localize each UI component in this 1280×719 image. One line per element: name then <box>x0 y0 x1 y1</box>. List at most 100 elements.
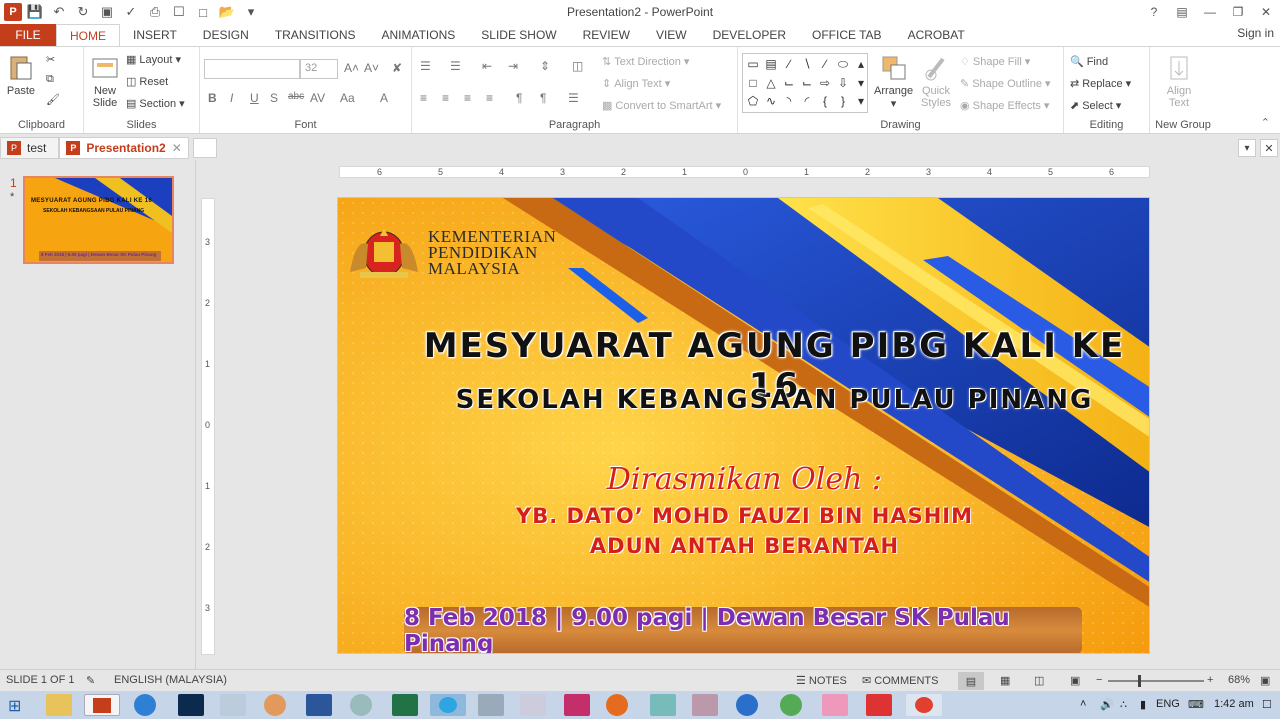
rtl-icon[interactable]: ¶ <box>540 91 546 105</box>
grow-font-icon[interactable]: A˄ <box>344 61 359 75</box>
app-circle-icon[interactable] <box>780 694 802 716</box>
collapse-ribbon-icon[interactable]: ⌃ <box>1261 116 1270 129</box>
keyboard-app-icon[interactable] <box>478 694 504 716</box>
increase-indent-icon[interactable]: ⇥ <box>508 59 518 73</box>
language-status[interactable]: ENGLISH (MALAYSIA) <box>114 674 227 686</box>
ribbon-display-icon[interactable]: ▤ <box>1168 0 1196 24</box>
bold-icon[interactable]: B <box>208 91 217 105</box>
chrome-icon[interactable] <box>906 694 942 716</box>
format-painter-icon[interactable]: 🖌 <box>46 93 60 106</box>
copy-icon[interactable]: ⧉ <box>46 73 54 86</box>
strikethrough-icon[interactable]: abc <box>288 91 304 102</box>
font-size-field[interactable]: 32 <box>300 59 338 79</box>
bullets-icon[interactable]: ☰ <box>420 59 431 73</box>
photoshop-icon[interactable] <box>178 694 204 716</box>
doc-tab-presentation2[interactable]: P Presentation2 ✕ <box>59 137 189 159</box>
zoom-slider[interactable] <box>1108 675 1204 687</box>
align-right-icon[interactable]: ≡ <box>464 91 471 105</box>
event-details-bar[interactable]: 8 Feb 2018 | 9.00 pagi | Dewan Besar SK … <box>404 605 1082 653</box>
guest-name[interactable]: YB. DATO’ MOHD FAUZI BIN HASHIM <box>338 504 1149 528</box>
font-name-field[interactable] <box>204 59 300 79</box>
gallery-down-icon[interactable]: ▾ <box>853 75 869 91</box>
shapes-gallery[interactable]: ▭ ▤ ∕ ∖ ∕ ⬭ ▴ □ △ ⌙ ⌙ ⇨ ⇩ ▾ ⬠ ∿ ◝ ◜ { } … <box>742 53 868 113</box>
para-columns-icon[interactable]: ☰ <box>568 91 579 105</box>
gallery-more-icon[interactable]: ▾ <box>853 93 869 109</box>
new-file-icon[interactable]: □ <box>192 2 214 22</box>
clock[interactable]: 1:42 am <box>1214 698 1254 710</box>
windows-start-icon[interactable]: ⊞ <box>8 696 21 716</box>
justify-icon[interactable]: ≡ <box>486 91 493 105</box>
reset-button[interactable]: ◫ Reset <box>126 75 168 89</box>
fit-slide-icon[interactable]: ▣ <box>1260 674 1270 687</box>
char-spacing-icon[interactable]: AV <box>310 91 325 105</box>
minimize-icon[interactable]: — <box>1196 0 1224 24</box>
rect2-shape-icon[interactable]: □ <box>745 75 761 91</box>
comments-button[interactable]: ✉ COMMENTS <box>862 674 938 687</box>
language-indicator[interactable]: ENG <box>1156 698 1180 710</box>
clear-format-icon[interactable]: ✘ <box>392 61 402 75</box>
powerpoint-logo-icon[interactable]: P <box>4 3 22 21</box>
tab-list-icon[interactable]: ▾ <box>1238 139 1256 157</box>
slide-subtitle[interactable]: SEKOLAH KEBANGSAAN PULAU PINANG <box>338 385 1149 415</box>
gallery-up-icon[interactable]: ▴ <box>853 56 869 72</box>
settings-app-icon[interactable] <box>350 694 372 716</box>
slideshow-view-icon[interactable]: ▣ <box>1070 674 1080 687</box>
present-icon[interactable]: ▣ <box>96 2 118 22</box>
powerpoint-taskbar-icon[interactable] <box>84 694 120 716</box>
browser2-icon[interactable] <box>736 694 758 716</box>
italic-icon[interactable]: I <box>230 91 233 105</box>
align-text-button[interactable]: ⇕ Align Text ▾ <box>602 77 670 91</box>
brace-right-shape-icon[interactable]: } <box>835 93 851 109</box>
arc2-shape-icon[interactable]: ◜ <box>799 93 815 109</box>
zoom-in-button[interactable]: + <box>1207 674 1213 686</box>
arc-shape-icon[interactable]: ◝ <box>781 93 797 109</box>
notepad-icon[interactable] <box>220 694 246 716</box>
shadow-icon[interactable]: S <box>270 91 278 105</box>
tab-view[interactable]: VIEW <box>643 24 700 46</box>
curve-shape-icon[interactable]: ∿ <box>763 93 779 109</box>
touch-mode-icon[interactable]: ☐ <box>168 2 190 22</box>
close-icon[interactable]: ✕ <box>1252 0 1280 24</box>
paste-button[interactable]: Paste <box>6 53 36 97</box>
undo-icon[interactable]: ↶ <box>48 2 70 22</box>
redo-icon[interactable]: ↻ <box>72 2 94 22</box>
tool-app-icon[interactable] <box>692 694 718 716</box>
cut-icon[interactable]: ✂ <box>46 53 55 66</box>
reading-view-icon[interactable]: ◫ <box>1034 674 1044 687</box>
select-button[interactable]: ⬈ Select ▾ <box>1070 99 1121 113</box>
line-spacing-icon[interactable]: ⇕ <box>540 59 550 73</box>
keyboard-icon[interactable]: ⌨ <box>1188 698 1204 711</box>
zoom-out-button[interactable]: − <box>1096 674 1102 686</box>
wifi-icon[interactable]: ∴ <box>1120 698 1127 711</box>
open-folder-icon[interactable]: 📂 <box>216 2 238 22</box>
arrange-button[interactable]: Arrange ▾ <box>874 53 913 110</box>
notes-button[interactable]: ☰ NOTES <box>796 674 847 687</box>
normal-view-icon[interactable]: ▤ <box>958 672 984 690</box>
ie-browser-icon[interactable] <box>134 694 156 716</box>
spellcheck-icon[interactable]: ✓ <box>120 2 142 22</box>
print-preview-icon[interactable]: ⎙ <box>144 2 166 22</box>
elbow2-shape-icon[interactable]: ⌙ <box>799 75 815 91</box>
app-pink-icon[interactable] <box>822 694 848 716</box>
ltr-icon[interactable]: ¶ <box>516 91 522 105</box>
photos-app-icon[interactable] <box>650 694 676 716</box>
replace-button[interactable]: ⇄ Replace ▾ <box>1070 77 1131 91</box>
firefox-icon[interactable] <box>606 694 628 716</box>
folder-app-icon[interactable] <box>520 694 546 716</box>
line-shape-icon[interactable]: ∕ <box>781 56 797 72</box>
find-button[interactable]: 🔍 Find <box>1070 55 1108 69</box>
slide-sorter-icon[interactable]: ▦ <box>1000 674 1010 687</box>
quick-styles-button[interactable]: Quick Styles <box>918 53 954 109</box>
change-case-icon[interactable]: Aa <box>340 91 355 105</box>
tab-design[interactable]: DESIGN <box>190 24 262 46</box>
tab-transitions[interactable]: TRANSITIONS <box>262 24 369 46</box>
oval-shape-icon[interactable]: ⬭ <box>835 56 851 72</box>
tab-developer[interactable]: DEVELOPER <box>700 24 799 46</box>
align-center-icon[interactable]: ≡ <box>442 91 449 105</box>
zoom-slider-thumb[interactable] <box>1138 675 1141 687</box>
zoom-level[interactable]: 68% <box>1228 674 1250 686</box>
arrow-right-shape-icon[interactable]: ⇨ <box>817 75 833 91</box>
new-slide-button[interactable]: New Slide <box>88 53 122 109</box>
tab-acrobat[interactable]: ACROBAT <box>895 24 978 46</box>
paint-icon[interactable] <box>264 694 286 716</box>
